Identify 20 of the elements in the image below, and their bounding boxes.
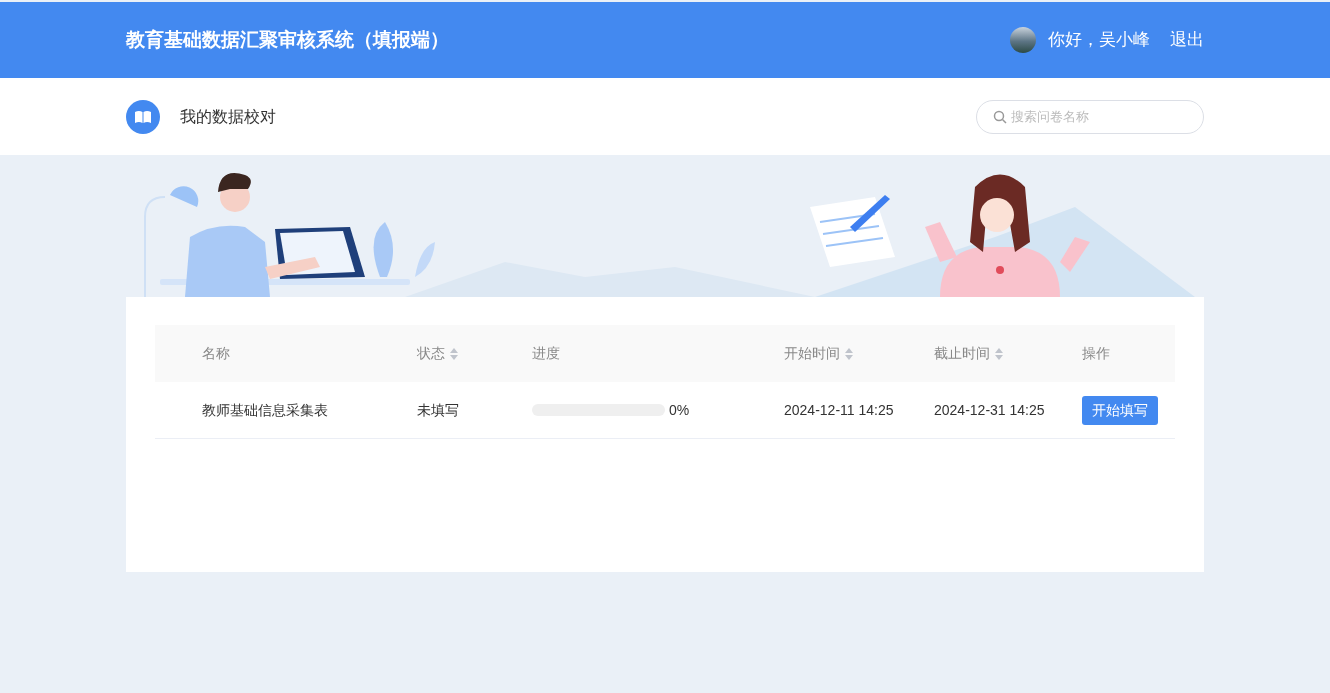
search-input[interactable]: 搜索问卷名称 xyxy=(1011,106,1187,127)
column-header: 状态 xyxy=(417,344,445,363)
app-title: 教育基础数据汇聚审核系统（填报端） xyxy=(126,27,449,52)
page-title: 我的数据校对 xyxy=(180,106,276,127)
table-cell-text: 2024-12-11 14:25 xyxy=(784,400,895,420)
book-icon xyxy=(126,99,160,134)
column-header: 操作 xyxy=(1082,344,1110,363)
greeting-text: 你好，吴小峰 xyxy=(1048,29,1150,52)
table-cell-text: 2024-12-31 14:25 xyxy=(934,400,1046,420)
column-header: 名称 xyxy=(202,344,230,363)
avatar[interactable] xyxy=(1010,27,1036,53)
progress-reading: 0% xyxy=(669,400,690,420)
search-icon xyxy=(993,109,1007,124)
table-cell-text: 教师基础信息采集表 xyxy=(202,400,329,420)
logout-link[interactable]: 退出 xyxy=(1170,27,1204,53)
column-header: 进度 xyxy=(532,344,560,363)
start-filling-button[interactable]: 开始填写 xyxy=(1082,395,1158,425)
table-cell-text: 未填写 xyxy=(417,400,460,420)
column-header: 截止时间 xyxy=(934,344,990,363)
column-header: 开始时间 xyxy=(784,344,840,363)
